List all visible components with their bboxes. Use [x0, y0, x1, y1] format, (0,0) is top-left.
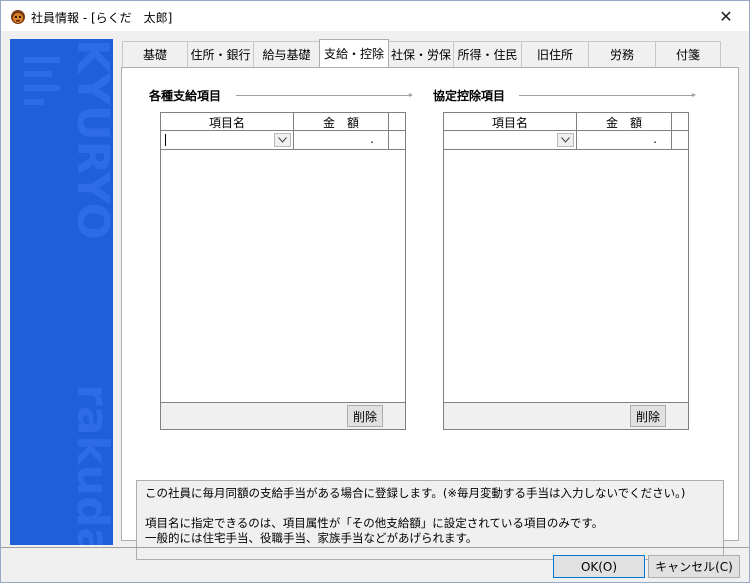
close-button[interactable]: ✕: [703, 1, 749, 31]
brand-text-kyuryo: KYURYO: [67, 39, 113, 240]
allowance-grid-row[interactable]: .: [161, 131, 405, 150]
allowance-col-spacer: [389, 113, 405, 131]
cancel-button[interactable]: キャンセル(C): [648, 555, 740, 578]
deduction-item-combo[interactable]: [444, 131, 577, 149]
allowance-group-divider: [236, 93, 413, 97]
tab-address-bank[interactable]: 住所・銀行: [187, 41, 254, 67]
ok-button[interactable]: OK(O): [553, 555, 645, 578]
app-icon: [11, 10, 25, 24]
deduction-delete-button[interactable]: 削除: [630, 405, 666, 427]
title-bar[interactable]: 社員情報 - [らくだ 太郎] ✕: [1, 1, 749, 31]
tab-salary-basic[interactable]: 給与基礎: [253, 41, 320, 67]
deduction-grid-row[interactable]: .: [444, 131, 688, 150]
allowance-grid-header: 項目名 金 額: [161, 113, 405, 131]
deduction-group-divider: [519, 93, 696, 97]
deduction-col-item: 項目名: [444, 113, 577, 131]
deduction-grid[interactable]: 項目名 金 額 . 削除: [443, 112, 689, 430]
allowance-col-amount: 金 額: [294, 113, 389, 131]
help-note-line3: 一般的には住宅手当、役職手当、家族手当などがあげられます。: [145, 531, 478, 545]
tab-old-address[interactable]: 旧住所: [521, 41, 589, 67]
window-title: 社員情報 - [らくだ 太郎]: [31, 11, 173, 25]
tab-allowance-deduction[interactable]: 支給・控除: [319, 39, 389, 67]
allowance-delete-button[interactable]: 削除: [347, 405, 383, 427]
chevron-down-icon[interactable]: [557, 133, 574, 147]
tab-sticky-note[interactable]: 付箋: [655, 41, 721, 67]
tab-basic[interactable]: 基礎: [122, 41, 188, 67]
brand-decoration: [24, 57, 60, 117]
tab-social-labor-insurance[interactable]: 社保・労保: [388, 41, 454, 67]
tab-income-resident[interactable]: 所得・住民: [453, 41, 522, 67]
tab-labor[interactable]: 労務: [588, 41, 656, 67]
amount-decimal: .: [370, 132, 374, 146]
allowance-amount-field[interactable]: .: [294, 131, 389, 149]
text-caret: [165, 134, 166, 146]
help-note: この社員に毎月同額の支給手当がある場合に登録します。(※毎月変動する手当は入力し…: [136, 480, 724, 560]
tab-bar: 基礎 住所・銀行 給与基礎 支給・控除 社保・労保 所得・住民 旧住所 労務 付…: [122, 39, 721, 67]
tab-panel-allowance-deduction: 各種支給項目 項目名 金 額 . 削除 協定控除項目 項目名 金 額 . 削除 …: [121, 67, 739, 560]
employee-info-window: 社員情報 - [らくだ 太郎] ✕ KYURYO rakuda 基礎 住所・銀行…: [0, 0, 750, 583]
deduction-col-amount: 金 額: [577, 113, 672, 131]
brand-text-rakuda: rakuda: [67, 384, 113, 545]
footer-divider: [1, 547, 749, 548]
deduction-grid-header: 項目名 金 額: [444, 113, 688, 131]
allowance-group-label: 各種支給項目: [149, 87, 228, 104]
deduction-grid-footer: 削除: [444, 402, 688, 429]
help-note-line1: この社員に毎月同額の支給手当がある場合に登録します。(※毎月変動する手当は入力し…: [145, 486, 686, 500]
close-icon: ✕: [719, 6, 733, 26]
deduction-col-spacer: [672, 113, 688, 131]
deduction-group-label: 協定控除項目: [433, 87, 512, 104]
chevron-down-icon[interactable]: [274, 133, 291, 147]
allowance-grid-footer: 削除: [161, 402, 405, 429]
deduction-amount-field[interactable]: .: [577, 131, 672, 149]
brand-banner: KYURYO rakuda: [10, 39, 113, 545]
allowance-col-item: 項目名: [161, 113, 294, 131]
allowance-grid[interactable]: 項目名 金 額 . 削除: [160, 112, 406, 430]
client-area: KYURYO rakuda 基礎 住所・銀行 給与基礎 支給・控除 社保・労保 …: [1, 31, 749, 582]
amount-decimal: .: [653, 132, 657, 146]
allowance-item-combo[interactable]: [161, 131, 294, 149]
help-note-line2: 項目名に指定できるのは、項目属性が「その他支給額」に設定されている項目のみです。: [145, 516, 604, 530]
